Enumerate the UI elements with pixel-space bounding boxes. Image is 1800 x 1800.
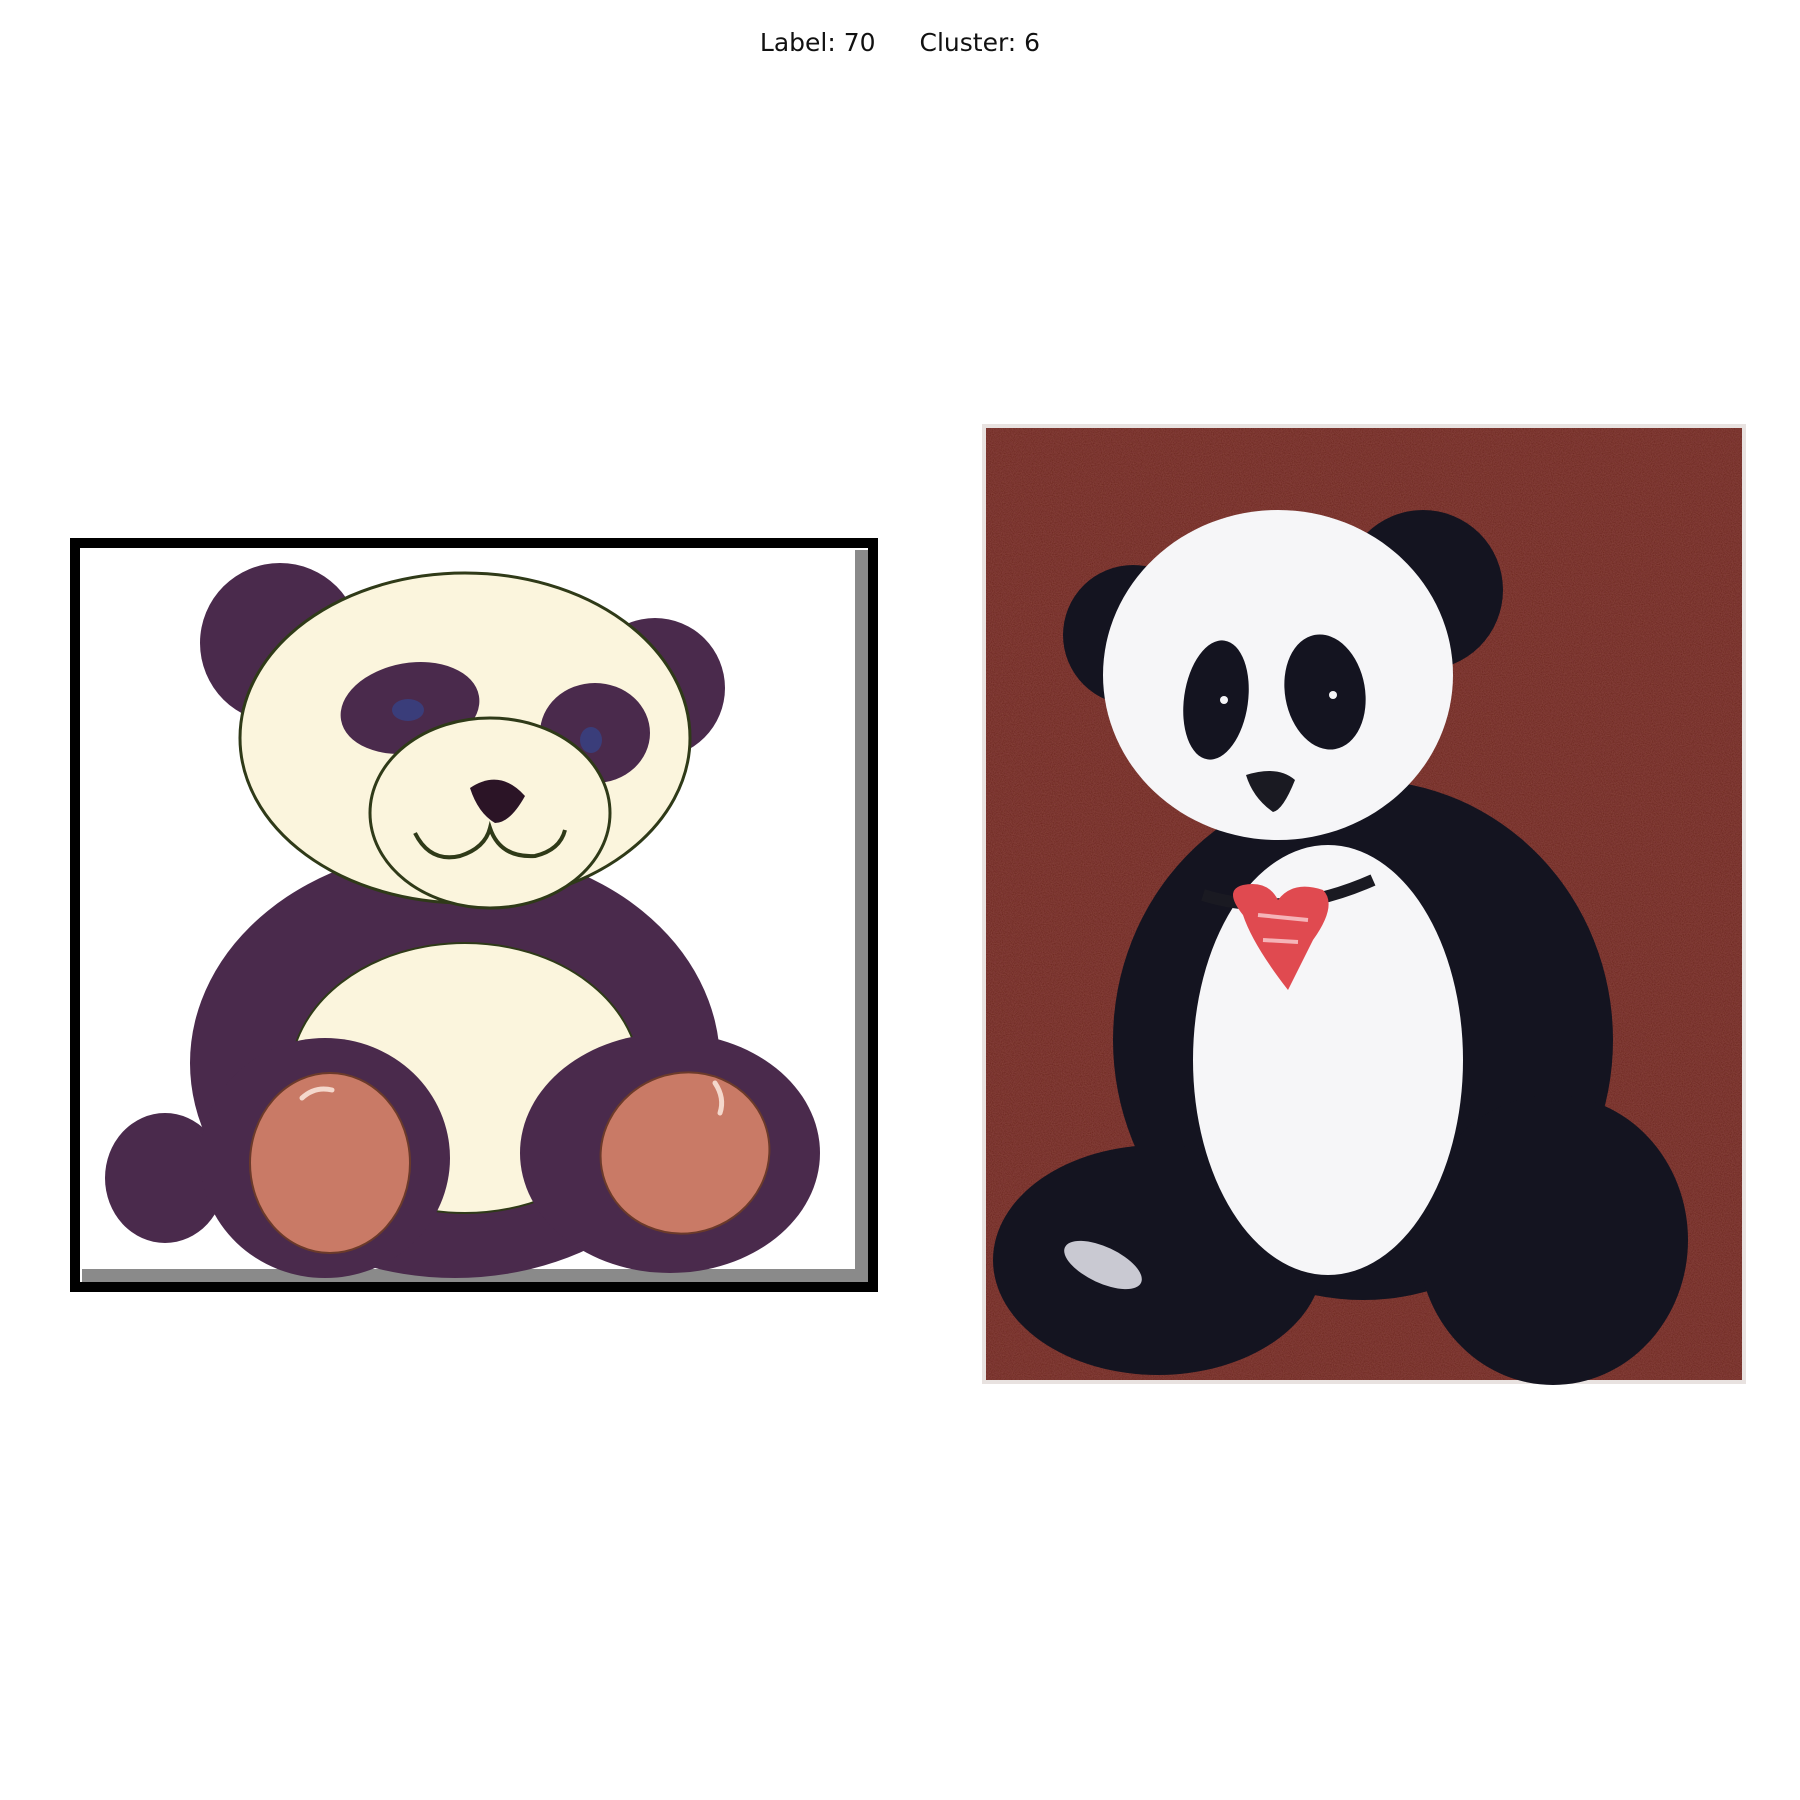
- right-image-panel: [978, 420, 1750, 1420]
- left-image-panel: [70, 538, 878, 1292]
- photo-right-leg: [1418, 1095, 1688, 1385]
- label-text: Label: 70: [759, 28, 876, 57]
- cartoon-panda-image: [70, 538, 878, 1292]
- figure-header: Label: 70 Cluster: 6: [0, 28, 1800, 57]
- left-paw-pad: [249, 1072, 411, 1254]
- right-eye: [580, 727, 602, 753]
- photo-panda-image: [982, 424, 1746, 1385]
- cluster-text: Cluster: 6: [919, 28, 1041, 57]
- left-eye: [392, 699, 424, 721]
